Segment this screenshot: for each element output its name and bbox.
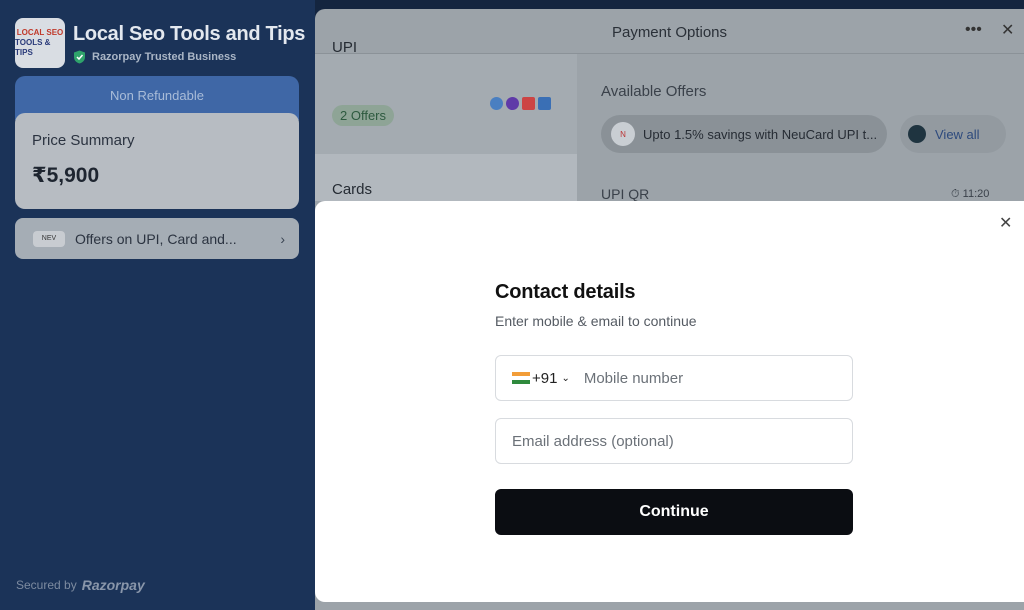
phonepe-icon [506, 97, 519, 110]
timer-value: 11:20 [962, 188, 990, 200]
country-code: +91 [532, 369, 558, 387]
bhim-icon [538, 97, 551, 110]
available-offers-title: Available Offers [601, 83, 707, 100]
close-checkout-icon[interactable]: ✕ [1001, 20, 1014, 40]
upi-offers-badge: 2 Offers [332, 105, 395, 126]
contact-details-modal: ✕ Contact details Enter mobile & email t… [315, 201, 1024, 602]
price-amount: ₹5,900 [32, 164, 100, 187]
price-summary-label: Price Summary [32, 132, 135, 149]
mobile-number-input[interactable] [583, 369, 852, 387]
modal-title: Contact details [495, 281, 636, 303]
logo-text-line2: TOOLS & TIPS [15, 38, 51, 57]
gpay-icon [490, 97, 503, 110]
view-all-label: View all [935, 126, 980, 142]
upi-qr-title: UPI QR [601, 186, 650, 202]
mobile-field: +91 ⌄ [495, 355, 853, 401]
secured-by-footer: Secured by Razorpay [16, 577, 145, 593]
email-field [495, 418, 853, 464]
razorpay-logo: Razorpay [81, 577, 145, 593]
merchant-logo: LOCAL SEO TOOLS & TIPS [15, 18, 65, 68]
merchant-header: LOCAL SEO TOOLS & TIPS Local Seo Tools a… [15, 18, 305, 68]
trusted-business-badge: Razorpay Trusted Business [73, 50, 305, 64]
offer-text: Upto 1.5% savings with NeuCard UPI t... [643, 126, 878, 142]
view-all-offers-button[interactable]: View all [900, 115, 1006, 153]
payment-header: Payment Options ••• ✕ [315, 9, 1024, 54]
method-upi-label: UPI [332, 39, 358, 56]
offer-neucard[interactable]: N Upto 1.5% savings with NeuCard UPI t..… [601, 115, 887, 153]
qr-timer: ⏱ 11:20 [951, 188, 989, 201]
price-summary-card: Price Summary ₹5,900 [15, 113, 299, 209]
country-code-selector[interactable]: +91 ⌄ [496, 370, 570, 387]
offers-summary-button[interactable]: NEV Offers on UPI, Card and... › [15, 218, 299, 259]
method-cards-label: Cards [332, 181, 373, 198]
email-input[interactable] [512, 432, 852, 450]
modal-subtitle: Enter mobile & email to continue [495, 313, 697, 329]
neucard-icon: N [611, 122, 635, 146]
payment-title: Payment Options [611, 24, 728, 41]
trusted-label: Razorpay Trusted Business [92, 50, 237, 63]
offers-icon [908, 125, 926, 143]
more-options-icon[interactable]: ••• [965, 21, 982, 39]
continue-button[interactable]: Continue [495, 489, 853, 535]
shield-check-icon [74, 50, 85, 63]
paytm-icon [522, 97, 535, 110]
merchant-panel: LOCAL SEO TOOLS & TIPS Local Seo Tools a… [0, 0, 315, 610]
logo-text-line1: LOCAL SEO [16, 28, 64, 37]
secured-text: Secured by [16, 578, 77, 592]
india-flag-icon [512, 371, 530, 385]
chevron-down-icon: ⌄ [561, 372, 570, 384]
offers-summary-text: Offers on UPI, Card and... [75, 230, 237, 247]
upi-app-icons [490, 97, 551, 110]
timer-icon: ⏱ [951, 188, 960, 200]
merchant-name: Local Seo Tools and Tips [73, 22, 306, 45]
offer-brand-icon: NEV [33, 230, 65, 247]
chevron-right-icon: › [280, 230, 285, 247]
close-modal-icon[interactable]: ✕ [999, 213, 1012, 233]
